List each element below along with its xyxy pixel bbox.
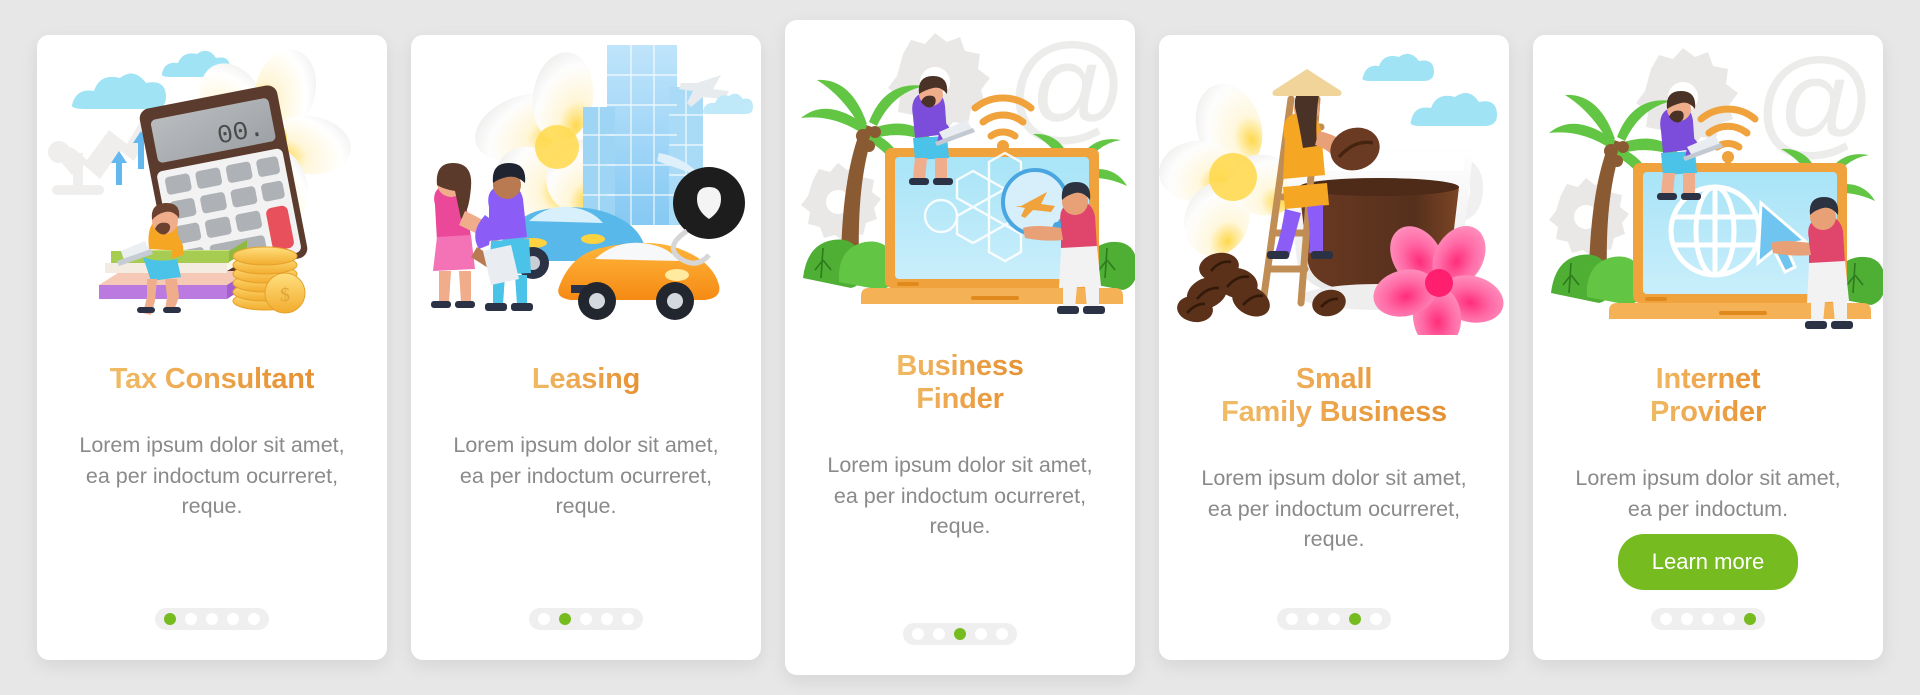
card-title: Business Finder <box>878 350 1041 416</box>
pagination-dot-1[interactable] <box>912 628 924 640</box>
pagination-dot-2[interactable] <box>1681 613 1693 625</box>
onboarding-card-small-family-business[interactable]: Small Family Business Lorem ipsum dolor … <box>1159 35 1509 660</box>
card-description: Lorem ipsum dolor sit amet, ea per indoc… <box>1201 466 1467 552</box>
card-title-line-2: Finder <box>916 383 1004 416</box>
pagination-dot-5[interactable] <box>1370 613 1382 625</box>
onboarding-card-business-finder[interactable]: @ Business Finder Lorem ipsum dolor sit … <box>785 20 1135 675</box>
card-title-line-1: Business <box>896 350 1024 382</box>
small-family-business-illustration <box>1159 35 1509 335</box>
learn-more-button[interactable]: Learn more <box>1617 534 1799 590</box>
card-title-line-1: Internet <box>1655 363 1761 395</box>
svg-text:@: @ <box>1754 35 1876 169</box>
pagination-dots[interactable] <box>1277 608 1391 630</box>
gold-coins: $ <box>232 246 306 314</box>
tax-consultant-illustration: 00. $ <box>37 35 387 335</box>
at-symbol: @ <box>1006 20 1128 154</box>
car-key-fob <box>670 167 745 266</box>
card-title-line-2: Family Business <box>1221 396 1447 429</box>
card-title: Leasing <box>514 363 658 396</box>
gear-icon <box>1549 178 1629 257</box>
pagination-dot-1[interactable] <box>1286 613 1298 625</box>
pagination-dot-3[interactable] <box>206 613 218 625</box>
pagination-dot-5[interactable] <box>622 613 634 625</box>
pagination-dot-1[interactable] <box>1660 613 1672 625</box>
pagination-dot-3[interactable] <box>1328 613 1340 625</box>
pagination-dot-5[interactable] <box>996 628 1008 640</box>
at-symbol: @ <box>1754 35 1876 169</box>
onboarding-card-internet-provider[interactable]: @ Internet Provider Lorem ipsum dolor si… <box>1533 35 1883 660</box>
pagination-dots[interactable] <box>903 623 1017 645</box>
gear-icon <box>801 163 881 242</box>
card-description: Lorem ipsum dolor sit amet, ea per indoc… <box>453 433 719 519</box>
pagination-dot-5[interactable] <box>248 613 260 625</box>
pagination-dot-4[interactable] <box>1349 613 1361 625</box>
pagination-dot-2[interactable] <box>933 628 945 640</box>
leasing-illustration <box>411 35 761 335</box>
card-title-line-1: Small <box>1295 363 1373 395</box>
onboarding-card-tax-consultant[interactable]: 00. $ Tax Consultant Lorem ipsum dolor s… <box>37 35 387 660</box>
card-description: Lorem ipsum dolor sit amet, ea per indoc… <box>827 453 1093 539</box>
svg-text:@: @ <box>1006 20 1128 154</box>
pagination-dot-2[interactable] <box>185 613 197 625</box>
pagination-dot-4[interactable] <box>1723 613 1735 625</box>
pagination-dots[interactable] <box>1651 608 1765 630</box>
pagination-dot-3[interactable] <box>1702 613 1714 625</box>
pagination-dot-3[interactable] <box>580 613 592 625</box>
onboarding-screens-row: 00. $ Tax Consultant Lorem ipsum dolor s… <box>0 0 1920 695</box>
card-title-line-2: Provider <box>1649 396 1767 429</box>
pagination-dot-4[interactable] <box>601 613 613 625</box>
card-title: Tax Consultant <box>92 363 333 396</box>
internet-provider-illustration: @ <box>1533 35 1883 335</box>
cloud-shape <box>1362 53 1497 126</box>
pagination-dot-1[interactable] <box>164 613 176 625</box>
pagination-dots[interactable] <box>529 608 643 630</box>
pagination-dot-5[interactable] <box>1744 613 1756 625</box>
pagination-dot-1[interactable] <box>538 613 550 625</box>
pagination-dot-3[interactable] <box>954 628 966 640</box>
pagination-dot-2[interactable] <box>559 613 571 625</box>
card-title: Small Family Business <box>1203 363 1465 429</box>
pagination-dot-2[interactable] <box>1307 613 1319 625</box>
card-description: Lorem ipsum dolor sit amet, ea per indoc… <box>79 433 345 519</box>
card-title: Internet Provider <box>1632 363 1784 429</box>
pagination-dots[interactable] <box>155 608 269 630</box>
card-description: Lorem ipsum dolor sit amet, ea per indoc… <box>1575 466 1841 521</box>
svg-text:$: $ <box>280 284 290 306</box>
pagination-dot-4[interactable] <box>975 628 987 640</box>
pagination-dot-4[interactable] <box>227 613 239 625</box>
business-finder-illustration: @ <box>785 20 1135 320</box>
onboarding-card-leasing[interactable]: Leasing Lorem ipsum dolor sit amet, ea p… <box>411 35 761 660</box>
